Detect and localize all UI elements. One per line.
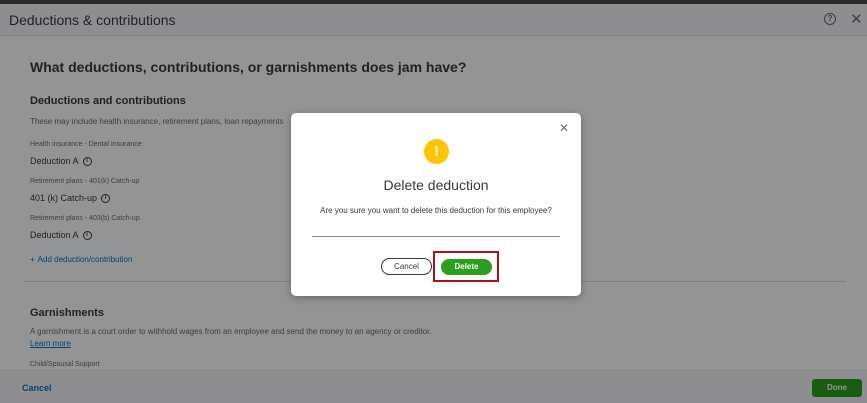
dialog-close-icon[interactable]: ✕ [559, 121, 569, 135]
dialog-divider [312, 236, 560, 237]
delete-button-highlight: Delete [433, 251, 499, 282]
delete-deduction-dialog: ✕ ! Delete deduction Are you sure you wa… [291, 113, 581, 296]
warning-icon: ! [424, 139, 449, 164]
delete-button[interactable]: Delete [441, 259, 492, 275]
dialog-title: Delete deduction [383, 177, 489, 193]
dialog-cancel-button[interactable]: Cancel [381, 258, 432, 275]
dialog-message: Are you sure you want to delete this ded… [320, 206, 552, 215]
